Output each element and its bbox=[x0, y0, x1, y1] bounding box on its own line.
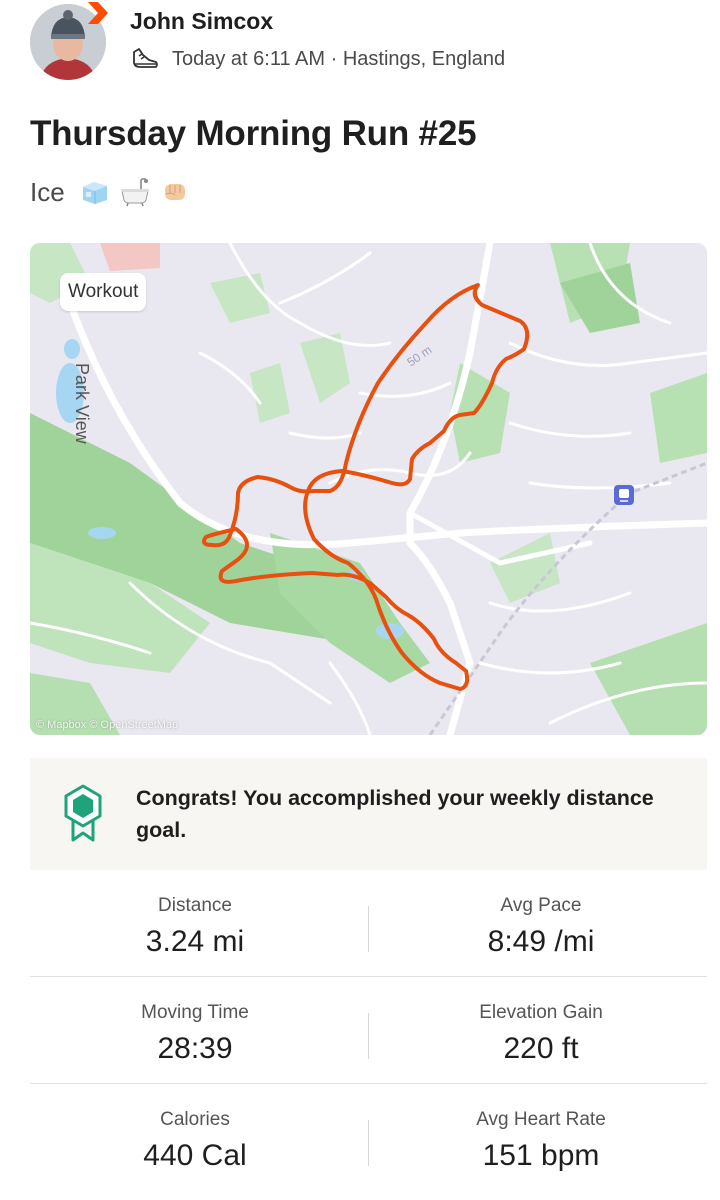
stat-calories: Calories 440 Cal bbox=[30, 1084, 360, 1173]
stat-value: 3.24 mi bbox=[145, 925, 245, 958]
subscriber-badge-icon bbox=[88, 2, 108, 24]
stat-label: Elevation Gain bbox=[479, 1002, 603, 1023]
stat-moving-time: Moving Time 28:39 bbox=[30, 977, 360, 1066]
activity-title: Thursday Morning Run #25 bbox=[30, 114, 477, 153]
stat-elevation-gain: Elevation Gain 220 ft bbox=[376, 977, 706, 1066]
stat-label: Calories bbox=[160, 1109, 230, 1130]
stat-value: 151 bpm bbox=[482, 1139, 600, 1172]
achievement-badge-icon bbox=[64, 784, 102, 842]
activity-description: Ice bbox=[30, 176, 191, 208]
stat-value: 8:49 /mi bbox=[487, 925, 595, 958]
stats-row: Calories 440 Cal Avg Heart Rate 151 bpm bbox=[30, 1084, 707, 1190]
street-label: Park View bbox=[72, 363, 92, 444]
stat-divider bbox=[368, 1013, 369, 1059]
stats-row: Distance 3.24 mi Avg Pace 8:49 /mi bbox=[30, 870, 707, 977]
stats-row: Moving Time 28:39 Elevation Gain 220 ft bbox=[30, 977, 707, 1084]
bathtub-icon bbox=[120, 178, 149, 207]
stats-grid: Distance 3.24 mi Avg Pace 8:49 /mi Movin… bbox=[30, 870, 707, 1190]
stat-avg-pace: Avg Pace 8:49 /mi bbox=[376, 870, 706, 959]
stat-divider bbox=[368, 1120, 369, 1166]
goal-message: Congrats! You accomplished your weekly d… bbox=[136, 786, 654, 842]
route-map[interactable]: Workout Park View 50 m © Mapbox © OpenSt… bbox=[30, 243, 707, 735]
stat-value: 440 Cal bbox=[143, 1139, 247, 1172]
stat-label: Avg Pace bbox=[500, 895, 582, 916]
map-canvas bbox=[30, 243, 707, 735]
fist-bump-icon bbox=[164, 184, 185, 200]
activity-meta: Today at 6:11 AM · Hastings, England bbox=[130, 46, 505, 72]
map-attribution[interactable]: © Mapbox © OpenStreetMap bbox=[36, 719, 178, 731]
ice-cube-icon bbox=[82, 182, 107, 204]
running-shoe-icon bbox=[133, 48, 158, 68]
activity-time-location: Today at 6:11 AM · Hastings, England bbox=[172, 47, 506, 70]
stat-label: Avg Heart Rate bbox=[476, 1109, 606, 1130]
stat-divider bbox=[368, 906, 369, 952]
workout-chip[interactable]: Workout bbox=[60, 273, 147, 311]
stat-distance: Distance 3.24 mi bbox=[30, 870, 360, 959]
train-station-icon bbox=[614, 485, 634, 505]
stat-avg-heart-rate: Avg Heart Rate 151 bpm bbox=[376, 1084, 706, 1173]
stat-value: 220 ft bbox=[503, 1032, 579, 1065]
stat-value: 28:39 bbox=[157, 1032, 233, 1065]
goal-banner[interactable]: Congrats! You accomplished your weekly d… bbox=[30, 758, 707, 870]
stat-label: Distance bbox=[158, 895, 232, 916]
athlete-name[interactable]: John Simcox bbox=[130, 8, 273, 35]
activity-header: John Simcox Today at 6:11 AM · Hastings,… bbox=[0, 0, 720, 100]
stat-label: Moving Time bbox=[141, 1002, 249, 1023]
description-text: Ice bbox=[30, 176, 65, 207]
